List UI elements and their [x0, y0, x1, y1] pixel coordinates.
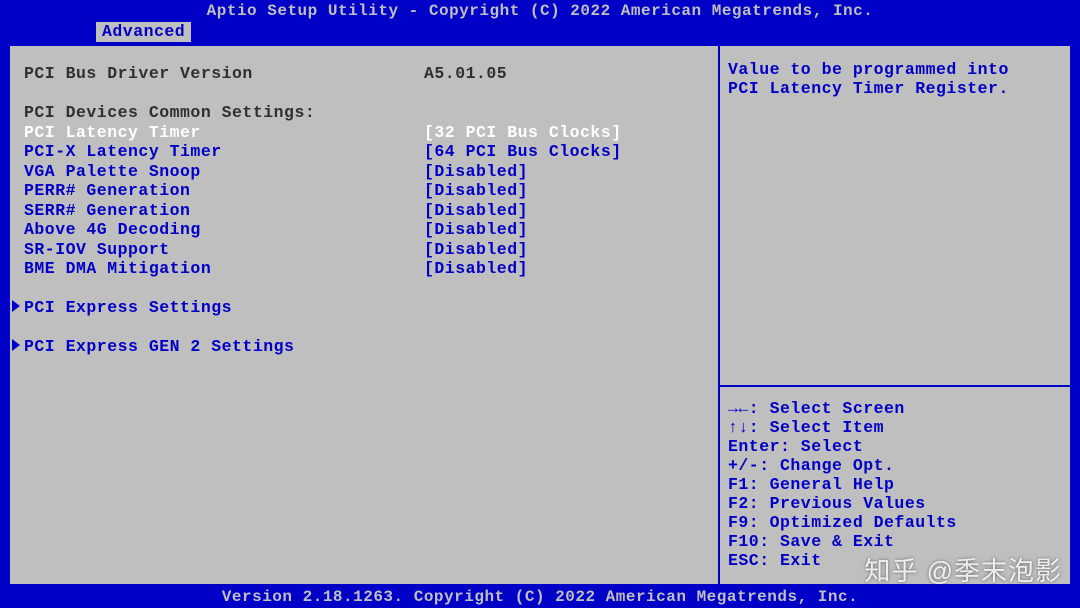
- option-vga-palette-snoop[interactable]: VGA Palette Snoop [Disabled]: [24, 162, 704, 182]
- nav-hint-save-exit: F10: Save & Exit: [728, 532, 1062, 551]
- option-value: [32 PCI Bus Clocks]: [424, 123, 622, 143]
- option-serr-generation[interactable]: SERR# Generation [Disabled]: [24, 201, 704, 221]
- nav-hint-select-item: ↑↓: Select Item: [728, 418, 1062, 437]
- nav-hint-select-screen: →←: Select Screen: [728, 399, 1062, 418]
- footer-bar: Version 2.18.1263. Copyright (C) 2022 Am…: [0, 586, 1080, 608]
- option-value: [Disabled]: [424, 181, 528, 201]
- option-perr-generation[interactable]: PERR# Generation [Disabled]: [24, 181, 704, 201]
- option-label: VGA Palette Snoop: [24, 162, 424, 182]
- pci-driver-version-label: PCI Bus Driver Version: [24, 64, 424, 84]
- watermark: 知乎 @季末泡影: [864, 551, 1062, 588]
- option-pcix-latency-timer[interactable]: PCI-X Latency Timer [64 PCI Bus Clocks]: [24, 142, 704, 162]
- option-label: PCI Latency Timer: [24, 123, 424, 143]
- nav-hint-previous-values: F2: Previous Values: [728, 494, 1062, 513]
- submenu-label: PCI Express Settings: [24, 298, 232, 318]
- option-above-4g-decoding[interactable]: Above 4G Decoding [Disabled]: [24, 220, 704, 240]
- option-value: [Disabled]: [424, 220, 528, 240]
- section-heading: PCI Devices Common Settings:: [24, 103, 704, 123]
- tab-advanced[interactable]: Advanced: [96, 22, 191, 42]
- option-bme-dma-mitigation[interactable]: BME DMA Mitigation [Disabled]: [24, 259, 704, 279]
- submenu-label: PCI Express GEN 2 Settings: [24, 337, 294, 357]
- submenu-caret-icon: [12, 339, 20, 351]
- option-label: SERR# Generation: [24, 201, 424, 221]
- help-line: PCI Latency Timer Register.: [728, 79, 1062, 98]
- pci-driver-version-value: A5.01.05: [424, 64, 507, 84]
- nav-hint-enter: Enter: Select: [728, 437, 1062, 456]
- option-label: PCI-X Latency Timer: [24, 142, 424, 162]
- option-value: [Disabled]: [424, 240, 528, 260]
- tab-bar: Advanced: [0, 22, 1080, 42]
- help-text: Value to be programmed into PCI Latency …: [720, 46, 1070, 385]
- option-label: SR-IOV Support: [24, 240, 424, 260]
- submenu-pci-express-settings[interactable]: PCI Express Settings: [24, 298, 704, 318]
- help-line: Value to be programmed into: [728, 60, 1062, 79]
- option-label: Above 4G Decoding: [24, 220, 424, 240]
- nav-hint-optimized-defaults: F9: Optimized Defaults: [728, 513, 1062, 532]
- option-pci-latency-timer[interactable]: PCI Latency Timer [32 PCI Bus Clocks]: [24, 123, 704, 143]
- title-bar: Aptio Setup Utility - Copyright (C) 2022…: [0, 0, 1080, 22]
- option-value: [64 PCI Bus Clocks]: [424, 142, 622, 162]
- nav-hint-change-opt: +/-: Change Opt.: [728, 456, 1062, 475]
- option-value: [Disabled]: [424, 201, 528, 221]
- option-sriov-support[interactable]: SR-IOV Support [Disabled]: [24, 240, 704, 260]
- nav-hint-general-help: F1: General Help: [728, 475, 1062, 494]
- submenu-caret-icon: [12, 300, 20, 312]
- option-value: [Disabled]: [424, 259, 528, 279]
- submenu-pci-express-gen2-settings[interactable]: PCI Express GEN 2 Settings: [24, 337, 704, 357]
- option-value: [Disabled]: [424, 162, 528, 182]
- pci-driver-version-row: PCI Bus Driver Version A5.01.05: [24, 64, 704, 84]
- help-panel: Value to be programmed into PCI Latency …: [720, 46, 1070, 584]
- spacer: [24, 84, 704, 104]
- option-label: PERR# Generation: [24, 181, 424, 201]
- spacer: [24, 279, 704, 299]
- option-label: BME DMA Mitigation: [24, 259, 424, 279]
- settings-panel: PCI Bus Driver Version A5.01.05 PCI Devi…: [10, 46, 720, 584]
- spacer: [24, 318, 704, 338]
- main-frame: PCI Bus Driver Version A5.01.05 PCI Devi…: [8, 44, 1072, 586]
